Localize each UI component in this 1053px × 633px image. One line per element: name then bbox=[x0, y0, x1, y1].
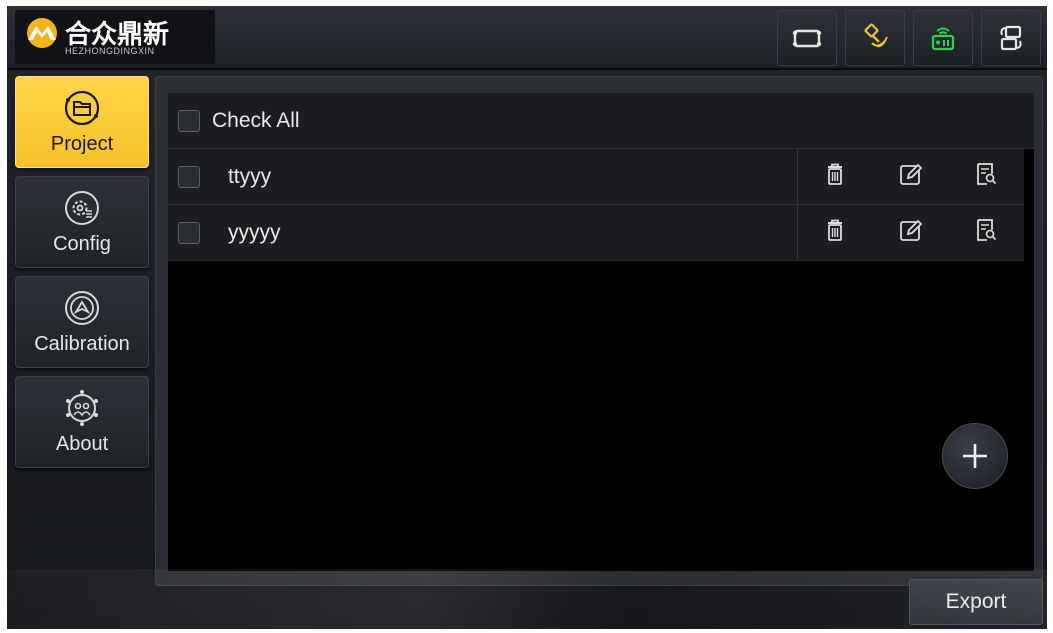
edit-icon bbox=[899, 163, 923, 185]
sidebar-nav: Project Config Calibration About bbox=[15, 76, 149, 468]
sidebar-item-config[interactable]: Config bbox=[15, 176, 149, 268]
trash-icon bbox=[828, 219, 843, 241]
radio-signal-icon bbox=[931, 27, 955, 51]
sidebar-item-project[interactable]: Project bbox=[15, 76, 149, 168]
edit-icon bbox=[899, 219, 923, 241]
document-search-icon bbox=[977, 219, 997, 241]
sidebar-item-label: Config bbox=[53, 233, 111, 255]
device-switch-icon bbox=[1000, 25, 1022, 51]
document-search-icon bbox=[977, 163, 997, 185]
check-all-row[interactable]: Check All bbox=[168, 93, 1034, 149]
view-details-button[interactable] bbox=[973, 161, 999, 192]
plus-icon bbox=[963, 444, 987, 468]
screen-frame-button[interactable] bbox=[777, 10, 837, 66]
row-checkbox[interactable] bbox=[178, 165, 200, 188]
edit-button[interactable] bbox=[898, 161, 924, 192]
logo-subtitle: HEZHONGDINGXIN bbox=[65, 46, 155, 56]
gear-icon bbox=[65, 191, 99, 225]
view-details-button[interactable] bbox=[973, 217, 999, 248]
sidebar-item-label: About bbox=[55, 433, 109, 455]
sidebar-item-label: Calibration bbox=[34, 333, 130, 355]
check-all-checkbox[interactable] bbox=[178, 109, 200, 132]
satellite-button[interactable] bbox=[845, 10, 905, 66]
logo-mark-icon bbox=[27, 18, 57, 48]
folder-icon bbox=[64, 90, 100, 126]
project-panel: Check All ttyyy yyyyy bbox=[155, 76, 1043, 586]
list-item[interactable]: yyyyy bbox=[168, 205, 1024, 261]
status-icon-group bbox=[777, 10, 1041, 66]
radio-signal-button[interactable] bbox=[913, 10, 973, 66]
app-screen: 合众鼎新 HEZHONGDINGXIN Project Config Calib… bbox=[7, 6, 1047, 629]
check-all-label: Check All bbox=[212, 108, 300, 132]
export-button[interactable]: Export bbox=[909, 579, 1043, 625]
sidebar-item-calibration[interactable]: Calibration bbox=[15, 276, 149, 368]
screen-frame-icon bbox=[792, 29, 822, 48]
list-item[interactable]: ttyyy bbox=[168, 149, 1024, 205]
sidebar-item-label: Project bbox=[50, 133, 114, 155]
project-list: Check All ttyyy yyyyy bbox=[168, 93, 1034, 571]
row-actions bbox=[796, 149, 1024, 204]
device-switch-button[interactable] bbox=[981, 10, 1041, 66]
delete-button[interactable] bbox=[822, 217, 848, 248]
add-project-button[interactable] bbox=[942, 423, 1008, 489]
project-name: yyyyy bbox=[227, 220, 281, 244]
row-actions bbox=[796, 205, 1024, 260]
row-checkbox[interactable] bbox=[178, 221, 200, 244]
project-name: ttyyy bbox=[227, 164, 272, 188]
brand-logo: 合众鼎新 HEZHONGDINGXIN bbox=[15, 10, 215, 64]
satellite-icon bbox=[864, 23, 888, 48]
delete-button[interactable] bbox=[822, 161, 848, 192]
calibration-icon bbox=[65, 291, 99, 325]
trash-icon bbox=[828, 163, 843, 185]
top-bar: 合众鼎新 HEZHONGDINGXIN bbox=[7, 6, 1047, 70]
sidebar-item-about[interactable]: About bbox=[15, 376, 149, 468]
about-icon bbox=[66, 390, 98, 426]
edit-button[interactable] bbox=[898, 217, 924, 248]
